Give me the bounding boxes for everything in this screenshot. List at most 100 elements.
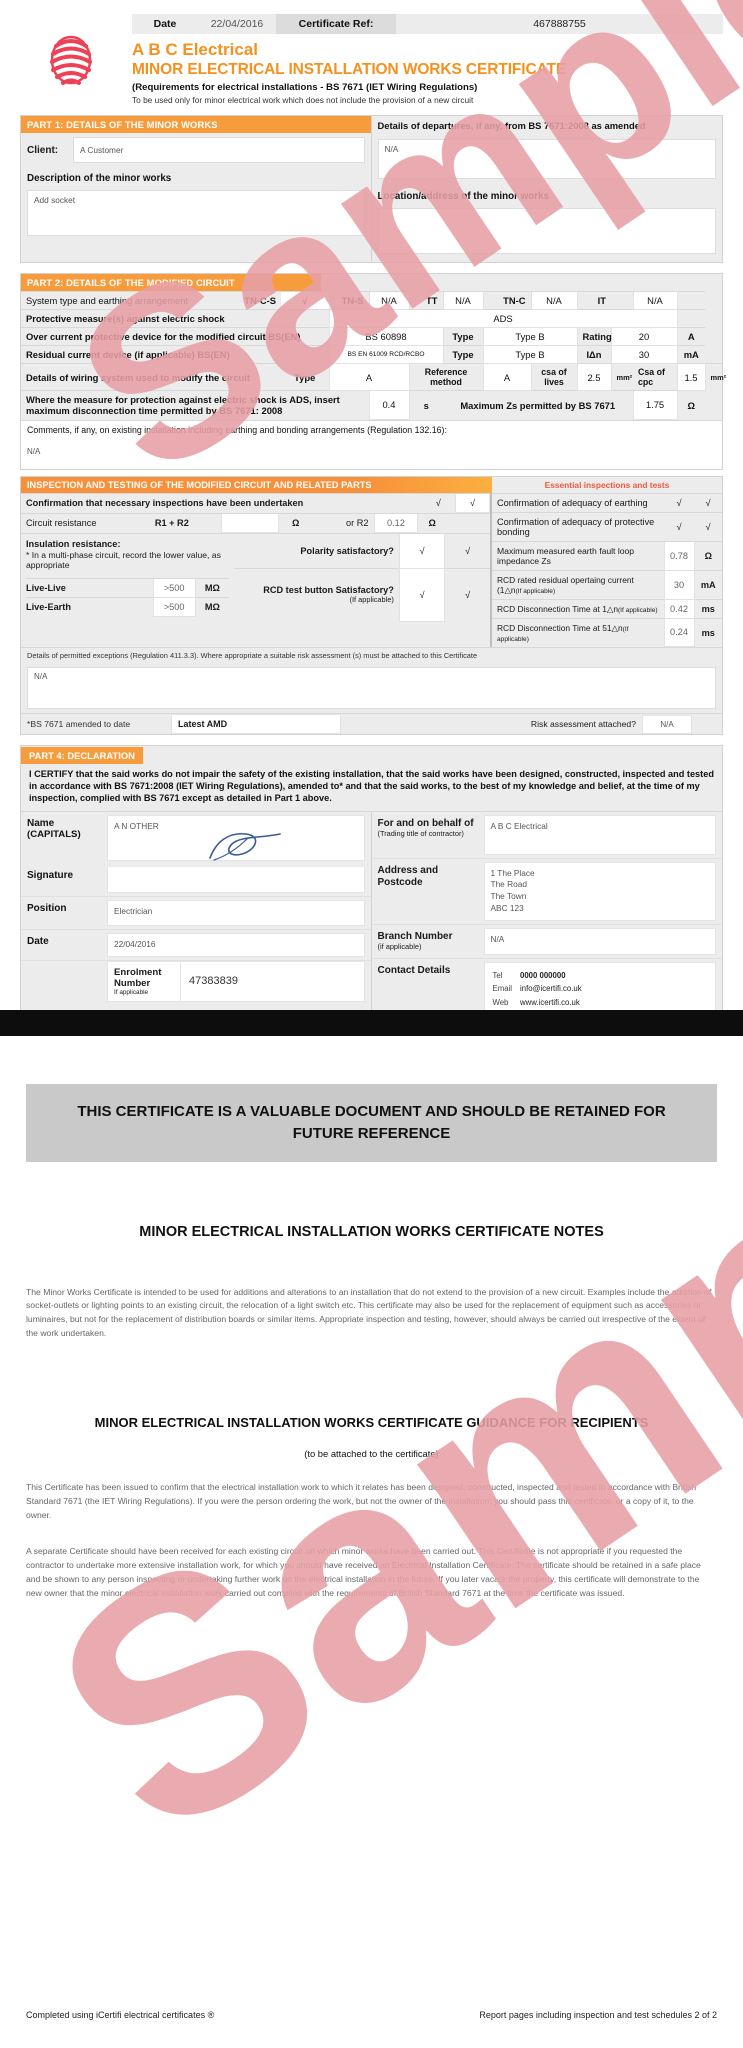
csa-lives-label: csa of lives: [531, 363, 577, 391]
protective-measure-row: Protective measure(s) against electric s…: [21, 309, 722, 329]
part2-band: PART 2: DETAILS OF THE MODIFIED CIRCUIT: [21, 274, 321, 292]
live-live-unit: MΩ: [195, 578, 230, 598]
r1r2-unit: Ω: [278, 512, 313, 533]
description-field[interactable]: Add socket: [27, 190, 365, 237]
ocpd-rating-value[interactable]: 20: [610, 327, 678, 347]
enrolment-value[interactable]: 47383839: [181, 960, 365, 1003]
name-field[interactable]: A N OTHER: [107, 814, 365, 861]
branch-field[interactable]: N/A: [483, 927, 716, 955]
r1r2-value[interactable]: [221, 512, 280, 533]
part2-table: System type and earthing arrangement TN-…: [21, 291, 726, 420]
amended-value[interactable]: Latest AMD: [171, 714, 341, 735]
behalf-label: For and on behalf of (Trading title of c…: [372, 812, 484, 858]
comments-field[interactable]: N/A: [21, 435, 722, 469]
system-type-key-3: TN-C: [483, 291, 531, 310]
location-field[interactable]: [377, 208, 716, 255]
earthing-tick-2[interactable]: √: [694, 492, 722, 513]
protective-measure-value[interactable]: ADS: [328, 309, 678, 329]
bonding-tick-1[interactable]: √: [664, 511, 694, 542]
risk-assessment-value[interactable]: N/A: [642, 714, 692, 734]
rcd-idn-value[interactable]: 30: [610, 345, 678, 365]
ocpd-type-label: Type: [443, 327, 483, 346]
max-zs-value[interactable]: 1.75: [632, 390, 678, 420]
csa-lives-value[interactable]: 2.5: [576, 363, 612, 392]
contact-field[interactable]: Tel 0000 000000 Email info@icertifi.co.u…: [483, 961, 716, 1010]
amended-label: *BS 7671 amended to date: [27, 719, 131, 730]
rcd-dt5-value[interactable]: 0.24: [663, 617, 695, 648]
part3-left-table: Confirmation that necessary inspections …: [21, 492, 490, 513]
usage-note: To be used only for minor electrical wor…: [132, 95, 474, 106]
csa-cpc-unit: mm²: [705, 363, 726, 391]
csa-cpc-value[interactable]: 1.5: [676, 363, 706, 392]
inspections-tick-1[interactable]: √: [421, 492, 456, 513]
position-field[interactable]: Electrician: [107, 899, 365, 926]
certify-text: I CERTIFY that the said works do not imp…: [29, 769, 714, 804]
position-label: Position: [27, 902, 67, 914]
wiring-label: Details of wiring system used to modify …: [21, 363, 281, 391]
notes-title: MINOR ELECTRICAL INSTALLATION WORKS CERT…: [139, 1223, 604, 1240]
address-field[interactable]: 1 The Place The Road The Town ABC 123: [483, 861, 716, 921]
bonding-row: Confirmation of adequacy of protective b…: [492, 511, 722, 542]
logo-container: [20, 14, 132, 92]
rcd-rated-value[interactable]: 30: [663, 569, 695, 600]
rcd-button-tick-2[interactable]: √: [444, 567, 490, 622]
part4-date-field[interactable]: 22/04/2016: [107, 932, 365, 957]
earthing-tick-1[interactable]: √: [664, 492, 694, 513]
system-type-key-2: TT: [409, 291, 443, 310]
contact-tel-value: 0000 000000: [520, 970, 566, 980]
part3-band: INSPECTION AND TESTING OF THE MODIFIED C…: [21, 476, 492, 493]
exceptions-field[interactable]: N/A: [27, 667, 716, 710]
certificate-ref-value: 467888755: [396, 14, 723, 34]
essential-tests-label: Essential inspections and tests: [492, 476, 722, 493]
ads-time-value[interactable]: 0.4: [368, 390, 410, 420]
signature-field[interactable]: [107, 866, 365, 893]
ads-label: Where the measure for protection against…: [21, 390, 369, 420]
client-field[interactable]: A Customer: [73, 137, 365, 164]
system-type-value-3[interactable]: N/A: [530, 291, 578, 311]
ocpd-type-value[interactable]: Type B: [482, 327, 578, 347]
contact-label: Contact Details: [377, 964, 451, 976]
live-earth-value[interactable]: >500: [152, 597, 196, 618]
live-live-value[interactable]: >500: [152, 578, 196, 599]
or-r2-label: or R2: [312, 512, 375, 533]
contact-email-value: info@icertifi.co.uk: [520, 984, 582, 994]
reference-method-value[interactable]: A: [482, 363, 532, 392]
page-separator: [0, 1010, 743, 1036]
bonding-label: Confirmation of adequacy of protective b…: [492, 511, 664, 542]
requirements-line: (Requirements for electrical installatio…: [132, 82, 478, 94]
rcd-button-tick-1[interactable]: √: [398, 567, 446, 622]
zs-value[interactable]: 0.78: [663, 540, 695, 571]
rcd-dt5-label: RCD Disconnection Time at 51: [497, 622, 612, 633]
departures-field[interactable]: N/A: [377, 139, 716, 180]
name-row: Name (CAPITALS) A N OTHER: [21, 812, 371, 864]
guidance-paragraph-2: A separate Certificate should have been …: [26, 1545, 701, 1598]
rcd-bsen-value[interactable]: BS EN 61009 RCD/RCBO: [328, 345, 444, 365]
polarity-tick-2[interactable]: √: [444, 532, 490, 569]
system-type-value-1[interactable]: N/A: [368, 291, 410, 311]
wiring-type-value[interactable]: A: [328, 363, 410, 392]
behalf-field[interactable]: A B C Electrical: [483, 814, 716, 855]
rcd-dt1-note: (If applicable): [617, 606, 658, 614]
enrolment-row: Enrolment Number If applicable 47383839: [21, 960, 371, 1003]
inspections-tick-2[interactable]: √: [455, 492, 490, 513]
behalf-note: (Trading title of contractor): [377, 828, 464, 838]
system-type-value-0[interactable]: √: [281, 291, 329, 310]
exceptions-label: Details of permitted exceptions (Regulat…: [21, 647, 722, 663]
earthing-label: Confirmation of adequacy of earthing: [492, 492, 664, 513]
ads-row: Where the measure for protection against…: [21, 390, 722, 420]
contact-row: Contact Details Tel 0000 000000 Email in…: [372, 959, 723, 1010]
reference-method-label: Reference method: [409, 363, 483, 391]
contact-web-label: Web: [492, 998, 509, 1007]
system-type-value-4[interactable]: N/A: [632, 291, 678, 311]
or-r2-value[interactable]: 0.12: [373, 512, 419, 533]
guidance-subtitle: (to be attached to the certificate): [304, 1448, 439, 1460]
ocpd-bsen-value[interactable]: BS 60898: [328, 327, 444, 347]
location-label: Location/address of the minor works: [377, 191, 549, 203]
live-earth-unit: MΩ: [195, 597, 230, 617]
rcd-type-value[interactable]: Type B: [482, 345, 578, 365]
system-type-value-2[interactable]: N/A: [442, 291, 484, 311]
rcd-dt1-value[interactable]: 0.42: [663, 598, 695, 619]
branch-label: Branch Number (if applicable): [372, 925, 484, 958]
polarity-tick-1[interactable]: √: [398, 532, 446, 569]
bonding-tick-2[interactable]: √: [694, 511, 722, 542]
